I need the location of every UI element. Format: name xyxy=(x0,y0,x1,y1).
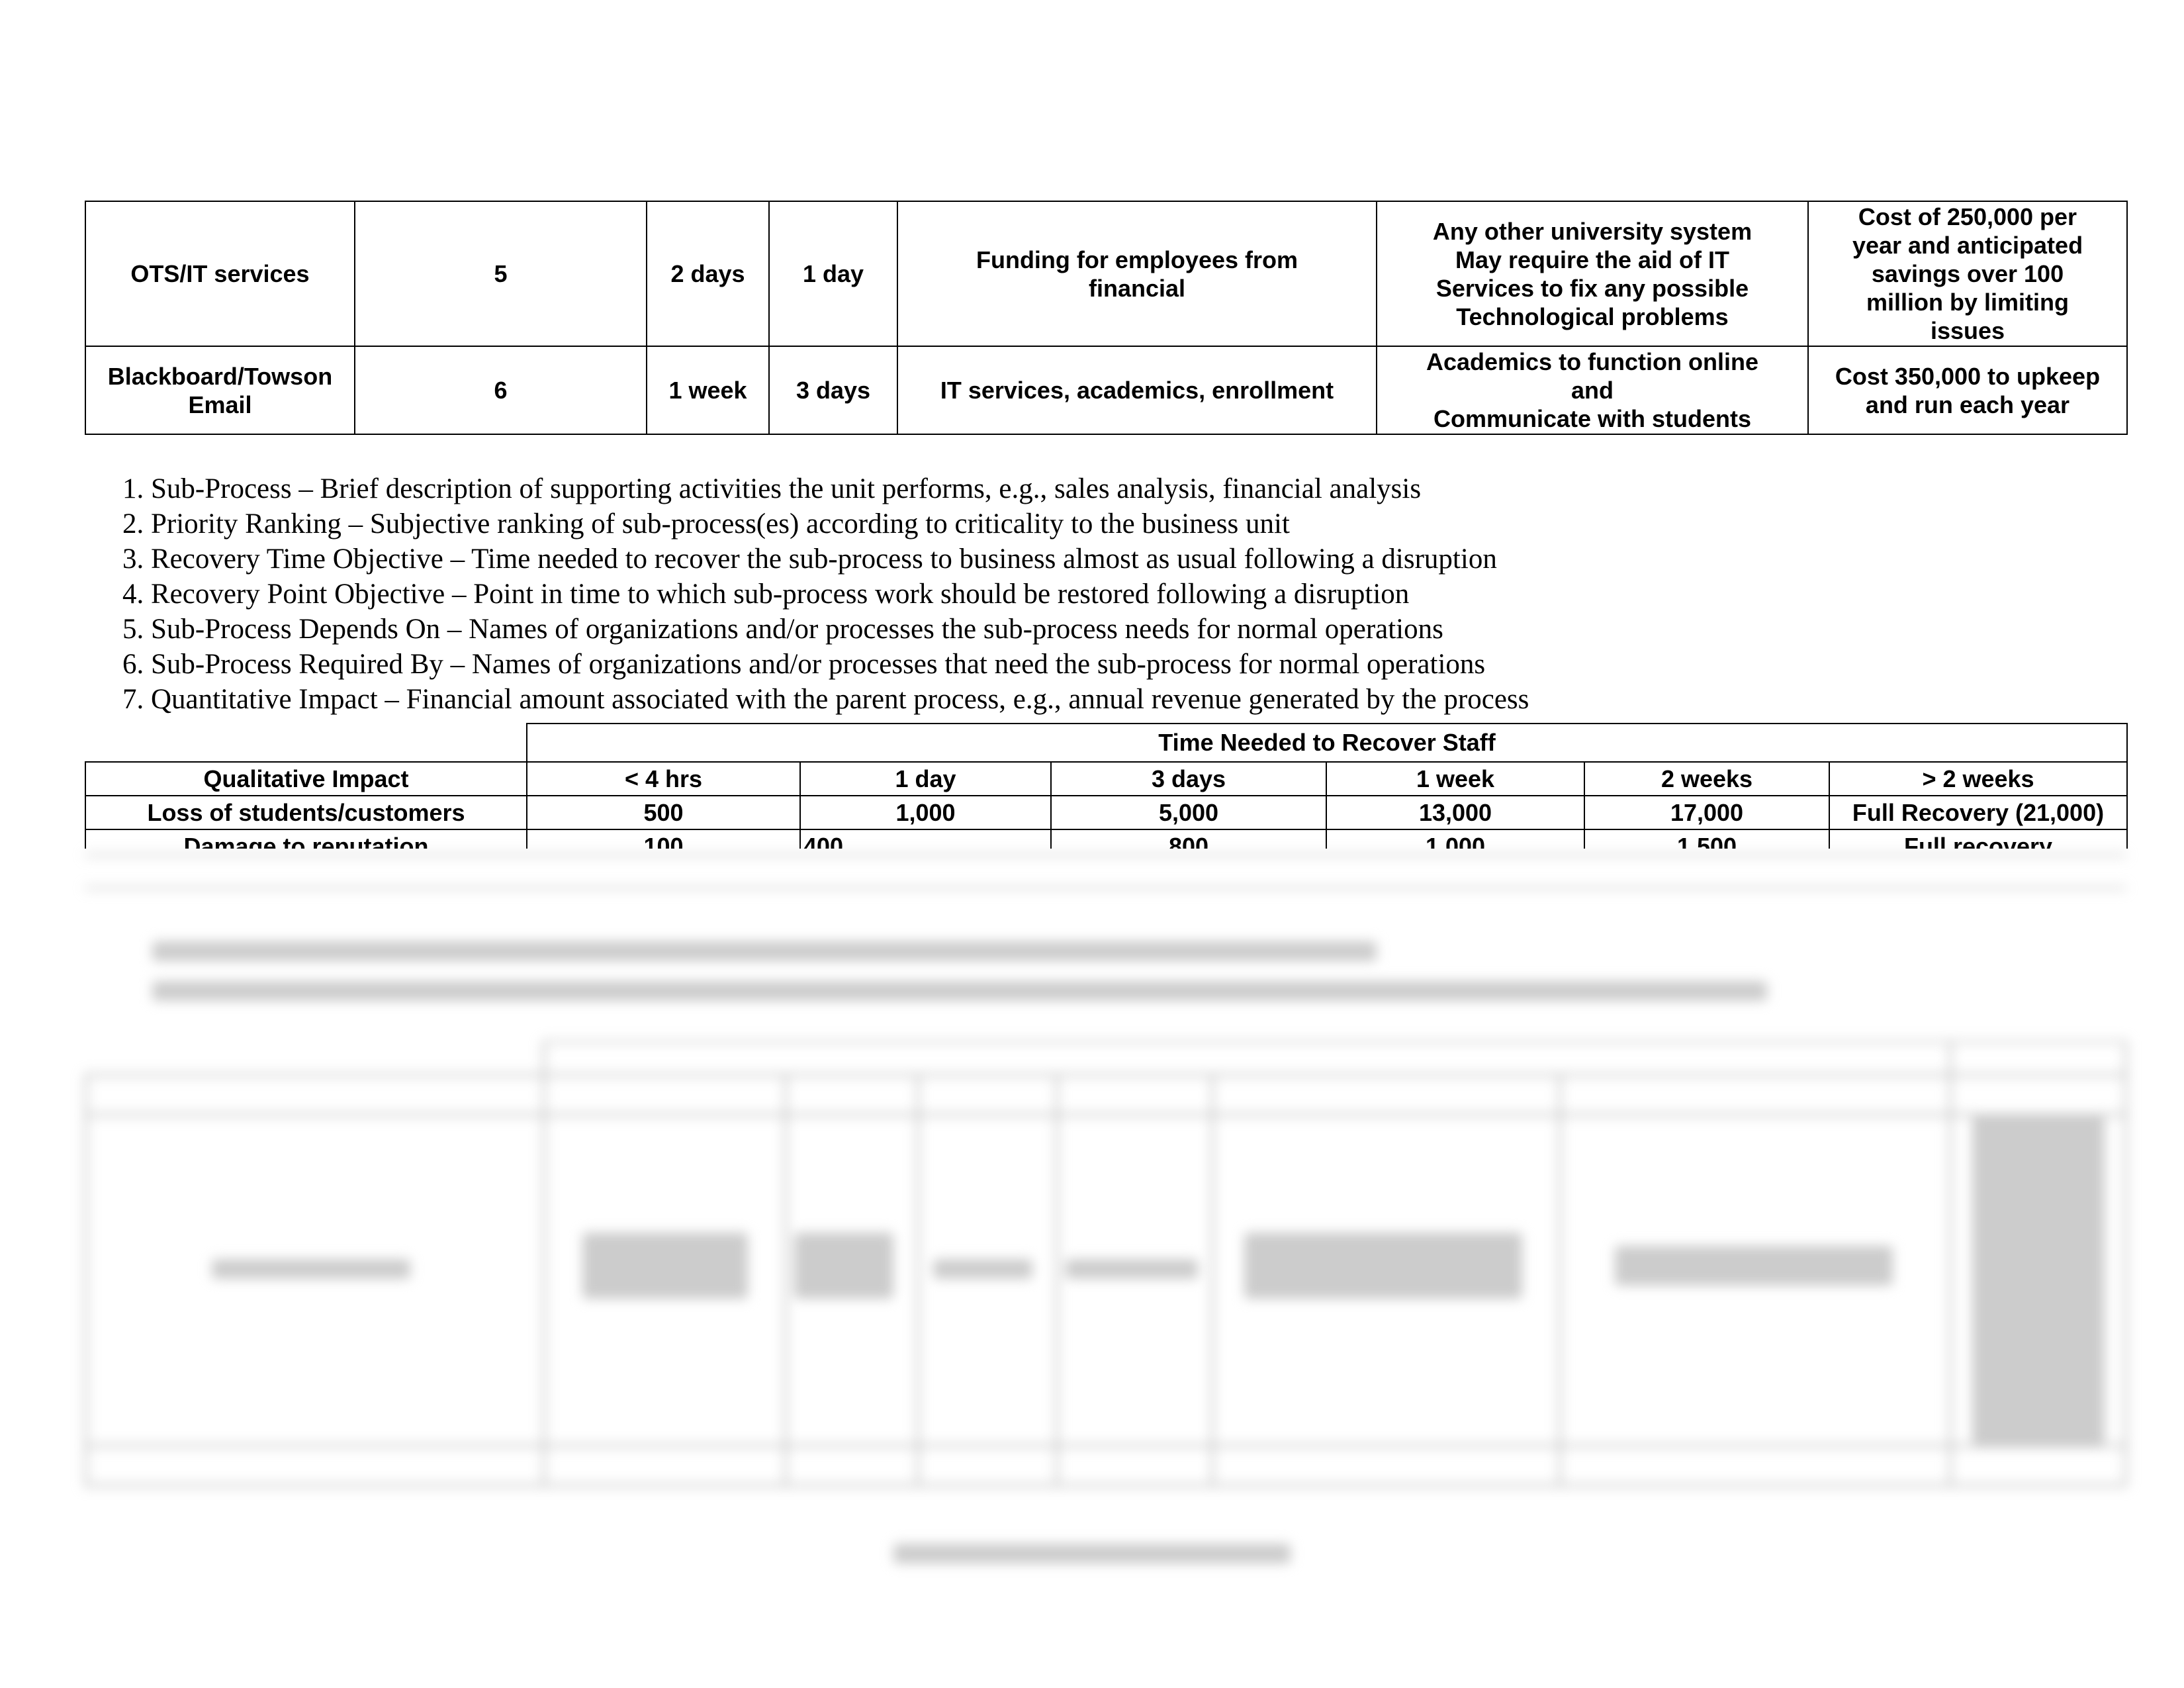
group-header: Time Needed to Recover Staff xyxy=(525,723,2128,763)
column-header: Qualitative Impact xyxy=(85,761,527,796)
table-cell: Loss of students/customers xyxy=(85,795,527,830)
rpo-cell: 1 day xyxy=(768,201,898,347)
table-cell: 400 xyxy=(799,829,1052,849)
column-header: 3 days xyxy=(1050,761,1327,796)
table-row: OTS/IT services 5 2 days 1 day Funding f… xyxy=(85,201,2128,347)
empty-corner-cell xyxy=(85,724,527,762)
rpo-cell: 3 days xyxy=(768,346,898,435)
visible-document-area: OTS/IT services 5 2 days 1 day Funding f… xyxy=(0,0,2184,849)
list-item: Quantitative Impact – Financial amount a… xyxy=(151,682,1529,717)
blurred-preview-region xyxy=(0,849,2184,1688)
list-item: Recovery Time Objective – Time needed to… xyxy=(151,541,1529,577)
definitions-list: Sub-Process – Brief description of suppo… xyxy=(99,471,1529,717)
column-header: < 4 hrs xyxy=(526,761,801,796)
staff-recovery-table: Time Needed to Recover Staff Qualitative… xyxy=(85,723,2128,849)
table-header-row: Qualitative Impact < 4 hrs 1 day 3 days … xyxy=(85,761,2128,796)
table-cell: 1,000 xyxy=(799,795,1052,830)
required-by-line: and xyxy=(1570,377,1614,404)
rto-cell: 2 days xyxy=(646,201,770,347)
required-by-cell: Academics to function online and Communi… xyxy=(1376,346,1809,435)
quantitative-impact-cell: Cost 350,000 to upkeep and run each year xyxy=(1807,346,2128,435)
priority-cell: 5 xyxy=(354,201,647,347)
table-cell: 17,000 xyxy=(1584,795,1830,830)
depends-on-cell: IT services, academics, enrollment xyxy=(897,346,1377,435)
column-header: > 2 weeks xyxy=(1828,761,2128,796)
table-row: Blackboard/Towson Email 6 1 week 3 days … xyxy=(85,346,2128,435)
list-item: Sub-Process Required By – Names of organ… xyxy=(151,647,1529,682)
required-by-line: Services to fix any possible xyxy=(1435,274,1749,302)
sub-process-cell: OTS/IT services xyxy=(85,201,355,347)
required-by-cell: Any other university system May require … xyxy=(1376,201,1809,347)
table-cell: 1,000 xyxy=(1326,829,1585,849)
table-row: Damage to reputation 100 400 800 1,000 1… xyxy=(85,829,2128,849)
subprocess-table: OTS/IT services 5 2 days 1 day Funding f… xyxy=(85,201,2128,435)
depends-on-text: Funding for employees from financial xyxy=(976,246,1298,302)
column-header: 1 week xyxy=(1326,761,1585,796)
table-cell: 13,000 xyxy=(1326,795,1585,830)
list-item: Sub-Process – Brief description of suppo… xyxy=(151,471,1529,506)
required-by-line: Communicate with students xyxy=(1433,405,1752,432)
table-cell: 1,500 xyxy=(1584,829,1830,849)
rto-cell: 1 week xyxy=(646,346,770,435)
depends-on-cell: Funding for employees from financial xyxy=(897,201,1377,347)
list-item: Recovery Point Objective – Point in time… xyxy=(151,577,1529,612)
required-by-line: Academics to function online xyxy=(1426,348,1759,375)
list-item: Priority Ranking – Subjective ranking of… xyxy=(151,506,1529,541)
table-row: Loss of students/customers 500 1,000 5,0… xyxy=(85,795,2128,830)
table-cell: 5,000 xyxy=(1050,795,1327,830)
sub-process-cell: Blackboard/Towson Email xyxy=(85,346,355,435)
list-item: Sub-Process Depends On – Names of organi… xyxy=(151,612,1529,647)
table-cell: 800 xyxy=(1050,829,1327,849)
table-cell: 500 xyxy=(526,795,801,830)
quantitative-impact-cell: Cost of 250,000 per year and anticipated… xyxy=(1807,201,2128,347)
priority-cell: 6 xyxy=(354,346,647,435)
table-cell: Full Recovery (21,000) xyxy=(1828,795,2128,830)
required-by-line: May require the aid of IT xyxy=(1455,246,1730,273)
table-cell: Full recovery xyxy=(1828,829,2128,849)
required-by-line: Technological problems xyxy=(1456,303,1729,330)
required-by-line: Any other university system xyxy=(1432,217,1752,245)
table-row: Time Needed to Recover Staff xyxy=(85,723,2128,763)
table-cell: Damage to reputation xyxy=(85,829,527,849)
table-cell: 100 xyxy=(526,829,801,849)
column-header: 1 day xyxy=(799,761,1052,796)
column-header: 2 weeks xyxy=(1584,761,1830,796)
